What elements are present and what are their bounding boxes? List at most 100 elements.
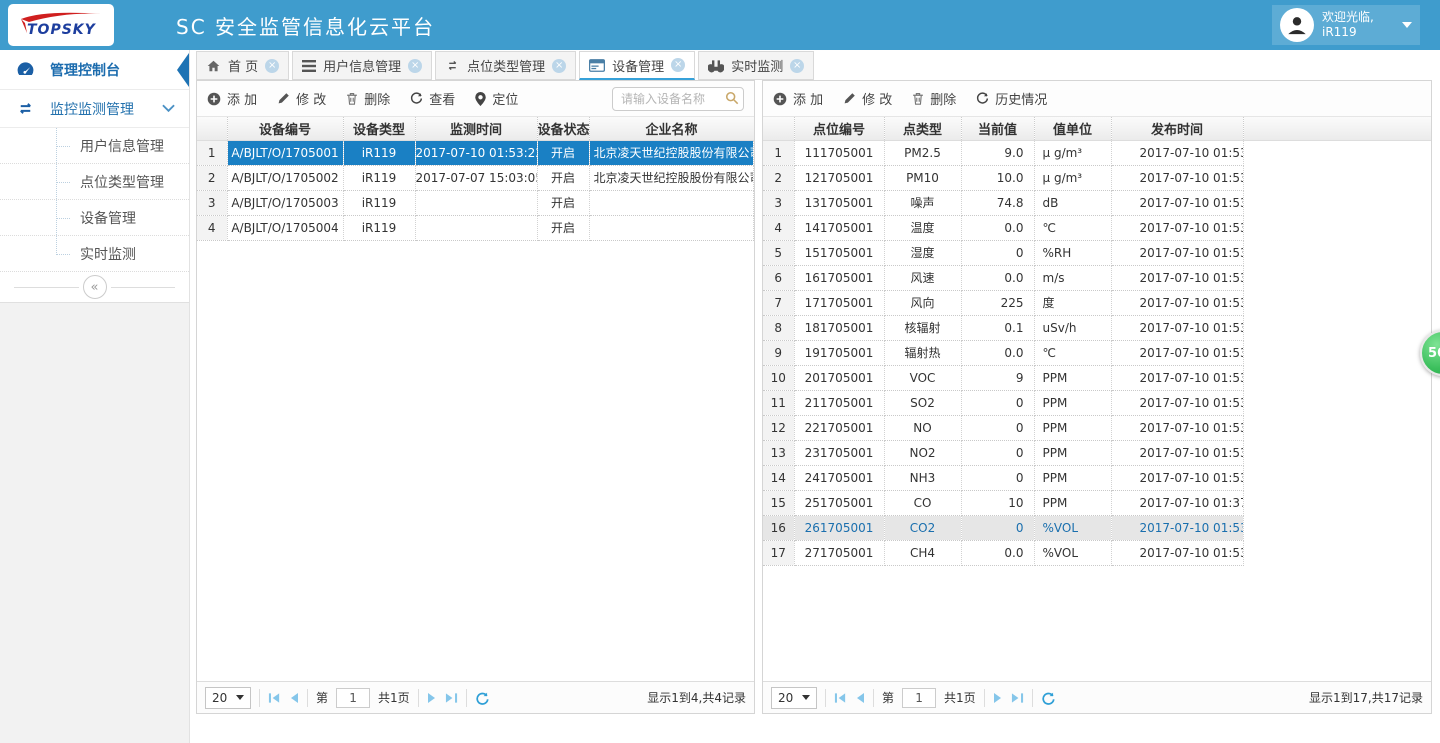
table-cell[interactable]: ℃ (1034, 340, 1111, 365)
table-row[interactable]: 12221705001NO0PPM2017-07-10 01:53:21 (763, 415, 1431, 440)
table-cell[interactable]: A/BJLT/O/1705001 (227, 140, 343, 165)
close-icon[interactable]: × (552, 59, 566, 73)
page-size-select[interactable]: 20 (771, 687, 817, 709)
tab-realtime[interactable]: 实时监测 × (698, 51, 814, 80)
table-cell[interactable]: %VOL (1034, 515, 1111, 540)
table-cell[interactable] (1243, 515, 1431, 540)
table-cell[interactable] (589, 215, 754, 240)
table-cell[interactable]: VOC (884, 365, 961, 390)
table-cell[interactable]: ℃ (1034, 215, 1111, 240)
table-cell[interactable]: PPM (1034, 440, 1111, 465)
table-cell[interactable] (1243, 140, 1431, 165)
table-cell[interactable] (1243, 490, 1431, 515)
table-cell[interactable] (1243, 190, 1431, 215)
table-cell[interactable]: 0.0 (961, 540, 1034, 565)
table-row[interactable]: 16261705001CO20%VOL2017-07-10 01:53:22 (763, 515, 1431, 540)
table-cell[interactable]: 2017-07-10 01:53:22 (1111, 140, 1243, 165)
table-cell[interactable]: 2017-07-10 01:53:22 (1111, 390, 1243, 415)
row-number-cell[interactable]: 10 (763, 365, 794, 390)
table-cell[interactable]: 9.0 (961, 140, 1034, 165)
table-cell[interactable]: 开启 (537, 215, 589, 240)
table-cell[interactable]: 开启 (537, 140, 589, 165)
table-cell[interactable]: 181705001 (794, 315, 884, 340)
row-number-cell[interactable]: 3 (763, 190, 794, 215)
table-cell[interactable] (1243, 165, 1431, 190)
table-cell[interactable]: SO2 (884, 390, 961, 415)
table-cell[interactable]: PM10 (884, 165, 961, 190)
table-cell[interactable] (1243, 415, 1431, 440)
table-cell[interactable]: PPM (1034, 465, 1111, 490)
table-cell[interactable]: 开启 (537, 165, 589, 190)
table-cell[interactable]: 0 (961, 440, 1034, 465)
table-cell[interactable]: μ g/m³ (1034, 140, 1111, 165)
row-number-cell[interactable]: 2 (763, 165, 794, 190)
prev-page-button[interactable] (289, 692, 299, 704)
sidebar-item-point-type[interactable]: 点位类型管理 (0, 164, 189, 200)
history-button[interactable]: 历史情况 (976, 89, 1047, 108)
table-cell[interactable]: 9 (961, 365, 1034, 390)
sidebar-item-device[interactable]: 设备管理 (0, 200, 189, 236)
table-cell[interactable]: 211705001 (794, 390, 884, 415)
table-cell[interactable]: 辐射热 (884, 340, 961, 365)
table-cell[interactable] (1243, 265, 1431, 290)
table-cell[interactable]: 0 (961, 515, 1034, 540)
table-cell[interactable]: 2017-07-10 01:53:21 (1111, 165, 1243, 190)
close-icon[interactable]: × (408, 59, 422, 73)
table-row[interactable]: 14241705001NH30PPM2017-07-10 01:53:21 (763, 465, 1431, 490)
table-row[interactable]: 10201705001VOC9PPM2017-07-10 01:53:22 (763, 365, 1431, 390)
table-cell[interactable]: 121705001 (794, 165, 884, 190)
table-cell[interactable]: A/BJLT/O/1705003 (227, 190, 343, 215)
table-cell[interactable]: 131705001 (794, 190, 884, 215)
table-cell[interactable]: PPM (1034, 365, 1111, 390)
table-cell[interactable]: 74.8 (961, 190, 1034, 215)
table-cell[interactable]: PPM (1034, 490, 1111, 515)
refresh-icon[interactable] (1041, 691, 1055, 705)
tab-point-type[interactable]: 点位类型管理 × (435, 51, 576, 80)
table-cell[interactable]: 风向 (884, 290, 961, 315)
row-number-cell[interactable]: 12 (763, 415, 794, 440)
table-cell[interactable]: 核辐射 (884, 315, 961, 340)
table-cell[interactable]: CO2 (884, 515, 961, 540)
table-cell[interactable] (415, 190, 537, 215)
row-number-cell[interactable]: 2 (197, 165, 227, 190)
row-number-cell[interactable]: 6 (763, 265, 794, 290)
tab-user-info[interactable]: 用户信息管理 × (292, 51, 432, 80)
table-row[interactable]: 6161705001风速0.0m/s2017-07-10 01:53:21 (763, 265, 1431, 290)
table-cell[interactable]: 北京凌天世纪控股股份有限公司 (589, 140, 754, 165)
table-cell[interactable]: %VOL (1034, 540, 1111, 565)
table-cell[interactable]: 10.0 (961, 165, 1034, 190)
row-number-cell[interactable]: 9 (763, 340, 794, 365)
row-number-cell[interactable]: 15 (763, 490, 794, 515)
sidebar-item-user-info[interactable]: 用户信息管理 (0, 128, 189, 164)
sidebar-item-console[interactable]: 管理控制台 (0, 50, 189, 90)
table-cell[interactable]: PM2.5 (884, 140, 961, 165)
table-cell[interactable]: 111705001 (794, 140, 884, 165)
add-button[interactable]: 添 加 (207, 89, 257, 108)
row-number-cell[interactable]: 13 (763, 440, 794, 465)
table-cell[interactable] (415, 215, 537, 240)
table-cell[interactable]: 241705001 (794, 465, 884, 490)
table-cell[interactable]: 251705001 (794, 490, 884, 515)
table-cell[interactable]: 2017-07-10 01:53:22 (415, 140, 537, 165)
refresh-icon[interactable] (475, 691, 489, 705)
table-cell[interactable]: A/BJLT/O/1705002 (227, 165, 343, 190)
close-icon[interactable]: × (265, 59, 279, 73)
row-number-cell[interactable]: 8 (763, 315, 794, 340)
table-cell[interactable]: iR119 (343, 190, 415, 215)
sidebar-group-monitoring[interactable]: 监控监测管理 (0, 90, 189, 128)
table-cell[interactable]: 2017-07-10 01:53:22 (1111, 515, 1243, 540)
table-cell[interactable]: 141705001 (794, 215, 884, 240)
tab-home[interactable]: 首 页 × (196, 51, 289, 80)
table-cell[interactable]: μ g/m³ (1034, 165, 1111, 190)
table-cell[interactable]: 225 (961, 290, 1034, 315)
first-page-button[interactable] (268, 692, 281, 704)
table-cell[interactable]: 北京凌天世纪控股股份有限公司 (589, 165, 754, 190)
table-cell[interactable] (1243, 465, 1431, 490)
table-cell[interactable]: 231705001 (794, 440, 884, 465)
table-cell[interactable]: CO (884, 490, 961, 515)
table-cell[interactable]: 2017-07-10 01:53:22 (1111, 440, 1243, 465)
table-cell[interactable]: NH3 (884, 465, 961, 490)
row-number-cell[interactable]: 11 (763, 390, 794, 415)
table-cell[interactable]: 风速 (884, 265, 961, 290)
table-cell[interactable]: 湿度 (884, 240, 961, 265)
